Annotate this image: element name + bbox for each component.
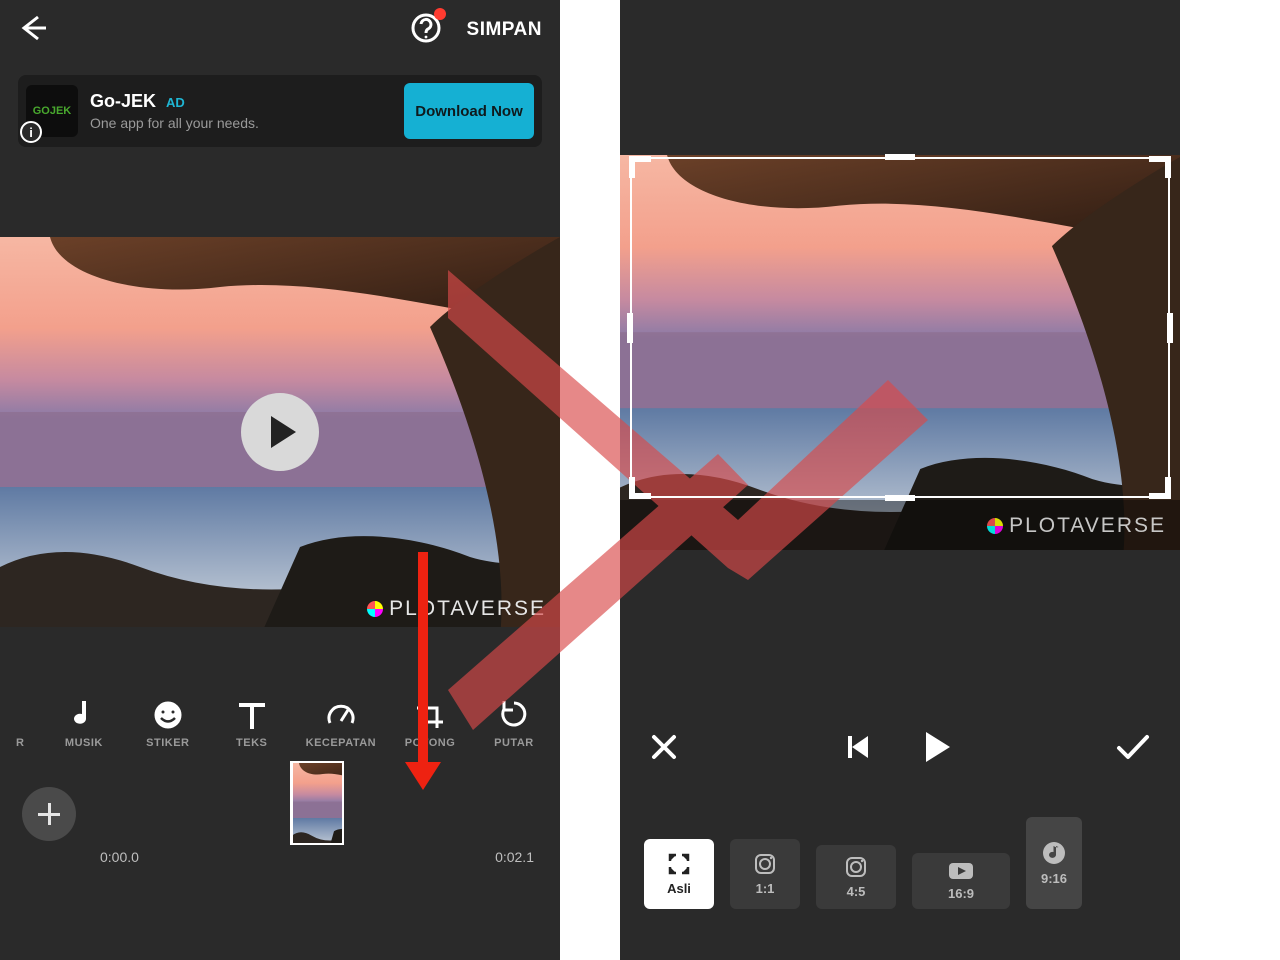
tool-rotate[interactable]: PUTAR xyxy=(484,699,544,749)
tool-music[interactable]: MUSIK xyxy=(54,699,114,749)
time-end: 0:02.1 xyxy=(495,849,534,865)
instagram-icon xyxy=(754,853,776,875)
tool-row: R MUSIK STIKER TEKS KECEPATAN POTONG xyxy=(0,699,560,749)
annotation-arrow xyxy=(418,552,441,790)
crop-preview[interactable]: PLOTAVERSE xyxy=(620,155,1180,550)
editor-screen: SIMPAN GOJEK i Go-JEK AD One app for all… xyxy=(0,0,560,960)
play-icon xyxy=(271,416,296,448)
save-button[interactable]: SIMPAN xyxy=(467,19,542,41)
cancel-button[interactable] xyxy=(650,733,678,766)
tool-sticker[interactable]: STIKER xyxy=(138,701,198,749)
tool-speed[interactable]: KECEPATAN xyxy=(306,701,377,749)
clip-thumbnail[interactable] xyxy=(292,763,342,843)
crop-handle-bottom[interactable] xyxy=(885,495,915,501)
video-preview[interactable]: PLOTAVERSE xyxy=(0,237,560,627)
ratio-16-9[interactable]: 16:9 xyxy=(912,853,1010,909)
ratio-1-1[interactable]: 1:1 xyxy=(730,839,800,909)
smiley-icon xyxy=(154,701,182,729)
ad-logo: GOJEK i xyxy=(26,85,78,137)
crop-frame[interactable] xyxy=(630,157,1170,498)
time-start: 0:00.0 xyxy=(100,849,139,865)
youtube-icon xyxy=(948,862,974,880)
play-button[interactable] xyxy=(241,393,319,471)
timeline[interactable]: 0:00.0 0:02.1 xyxy=(0,749,560,865)
fullscreen-icon xyxy=(668,853,690,875)
crop-handle-top[interactable] xyxy=(885,154,915,160)
ratio-9-16[interactable]: 9:16 xyxy=(1026,817,1082,909)
crop-controls xyxy=(620,730,1180,769)
crop-handle-right[interactable] xyxy=(1167,313,1173,343)
speedometer-icon xyxy=(326,701,356,729)
check-icon xyxy=(1116,733,1150,761)
video-watermark: PLOTAVERSE xyxy=(367,597,546,621)
ad-subtitle: One app for all your needs. xyxy=(90,115,404,131)
rotate-icon xyxy=(501,699,527,729)
play-icon xyxy=(922,730,952,764)
ad-banner[interactable]: GOJEK i Go-JEK AD One app for all your n… xyxy=(18,75,542,147)
close-icon xyxy=(650,733,678,761)
ad-pill: AD xyxy=(166,95,185,110)
back-button[interactable] xyxy=(18,13,48,48)
text-icon xyxy=(239,701,265,729)
tool-filter-partial[interactable]: R xyxy=(16,699,30,749)
ratio-original[interactable]: Asli xyxy=(644,839,714,909)
crop-handle-left[interactable] xyxy=(627,313,633,343)
top-bar: SIMPAN xyxy=(0,0,560,60)
crop-screen: PLOTAVERSE xyxy=(620,0,1180,960)
ad-info-icon[interactable]: i xyxy=(20,121,42,143)
instagram-icon xyxy=(845,856,867,878)
playhead[interactable] xyxy=(291,763,293,843)
ratio-4-5[interactable]: 4:5 xyxy=(816,845,896,909)
prev-frame-button[interactable] xyxy=(842,732,872,767)
music-note-icon xyxy=(72,699,96,729)
add-clip-button[interactable] xyxy=(22,787,76,841)
help-button[interactable] xyxy=(410,12,442,49)
musically-icon xyxy=(1042,841,1066,865)
ad-title: Go-JEK xyxy=(90,91,156,112)
play-button[interactable] xyxy=(922,730,952,769)
notification-dot-icon xyxy=(434,8,446,20)
confirm-button[interactable] xyxy=(1116,733,1150,766)
ad-cta-button[interactable]: Download Now xyxy=(404,83,534,139)
aspect-ratio-picker: Asli 1:1 4:5 16:9 9:16 xyxy=(620,817,1180,909)
video-watermark: PLOTAVERSE xyxy=(987,514,1166,538)
skip-previous-icon xyxy=(842,732,872,762)
tool-text[interactable]: TEKS xyxy=(222,701,282,749)
